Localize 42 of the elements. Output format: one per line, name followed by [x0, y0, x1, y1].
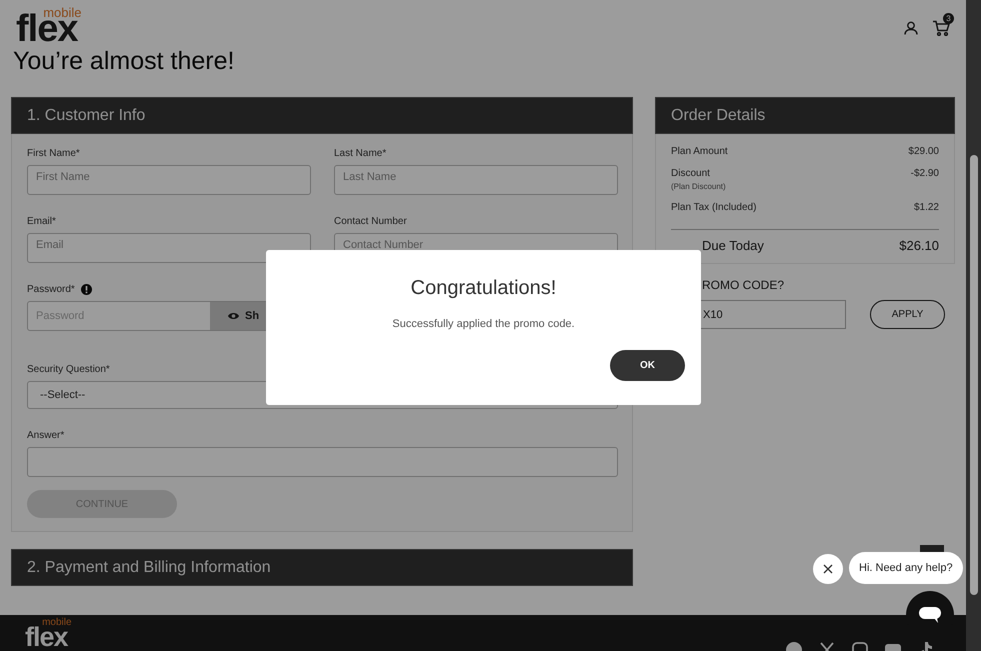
line-item-label: Plan Tax (Included): [671, 202, 756, 213]
speech-bubble-icon: [919, 607, 941, 623]
field-label: Security Question*: [27, 364, 110, 375]
input-field[interactable]: Last Name: [334, 165, 618, 195]
field-label: Answer*: [27, 430, 64, 441]
page-title: You’re almost there!: [13, 46, 236, 76]
section-title: 2. Payment and Billing Information: [27, 558, 271, 576]
ok-button[interactable]: OK: [610, 350, 685, 381]
dialog-message: Successfully applied the promo code.: [392, 318, 575, 330]
close-icon: [823, 564, 833, 574]
section-title: Order Details: [671, 106, 766, 124]
line-item-amount: -$2.90: [910, 168, 939, 179]
line-item-label: Discount: [671, 168, 711, 179]
promo-label: ROMO CODE?: [701, 278, 786, 292]
field-label: Last Name*: [334, 148, 386, 159]
apply-button[interactable]: APPLY: [870, 300, 945, 329]
field-label: Contact Number: [334, 216, 407, 227]
line-item-label: Plan Amount: [671, 146, 728, 157]
logo-wordmark: flex: [25, 625, 68, 649]
total-amount: $26.10: [899, 238, 939, 253]
line-item-note: (Plan Discount): [671, 182, 726, 191]
total-label: Due Today: [702, 238, 764, 253]
cart-icon[interactable]: [932, 20, 950, 36]
scrollbar-thumb[interactable]: [970, 155, 978, 595]
line-item-amount: $29.00: [908, 146, 939, 157]
cart-badge: 3: [943, 13, 954, 24]
scrollbar[interactable]: [966, 0, 981, 651]
close-button[interactable]: [813, 554, 843, 584]
field-label: Email*: [27, 216, 56, 227]
info-icon[interactable]: [80, 284, 92, 295]
section-title: 1. Customer Info: [27, 106, 146, 124]
chat-greeting: Hi. Need any help?: [849, 552, 963, 584]
eye-icon: [228, 312, 239, 320]
user-icon[interactable]: [904, 21, 918, 35]
line-item-amount: $1.22: [914, 202, 939, 213]
input-field[interactable]: First Name: [27, 165, 311, 195]
logo-tagline: mobile: [42, 618, 72, 628]
dialog-title: Congratulations!: [410, 277, 556, 300]
input-field[interactable]: [27, 447, 618, 477]
input-field[interactable]: Email: [27, 233, 311, 263]
field-label: Password*: [27, 284, 75, 295]
field-label: First Name*: [27, 148, 80, 159]
